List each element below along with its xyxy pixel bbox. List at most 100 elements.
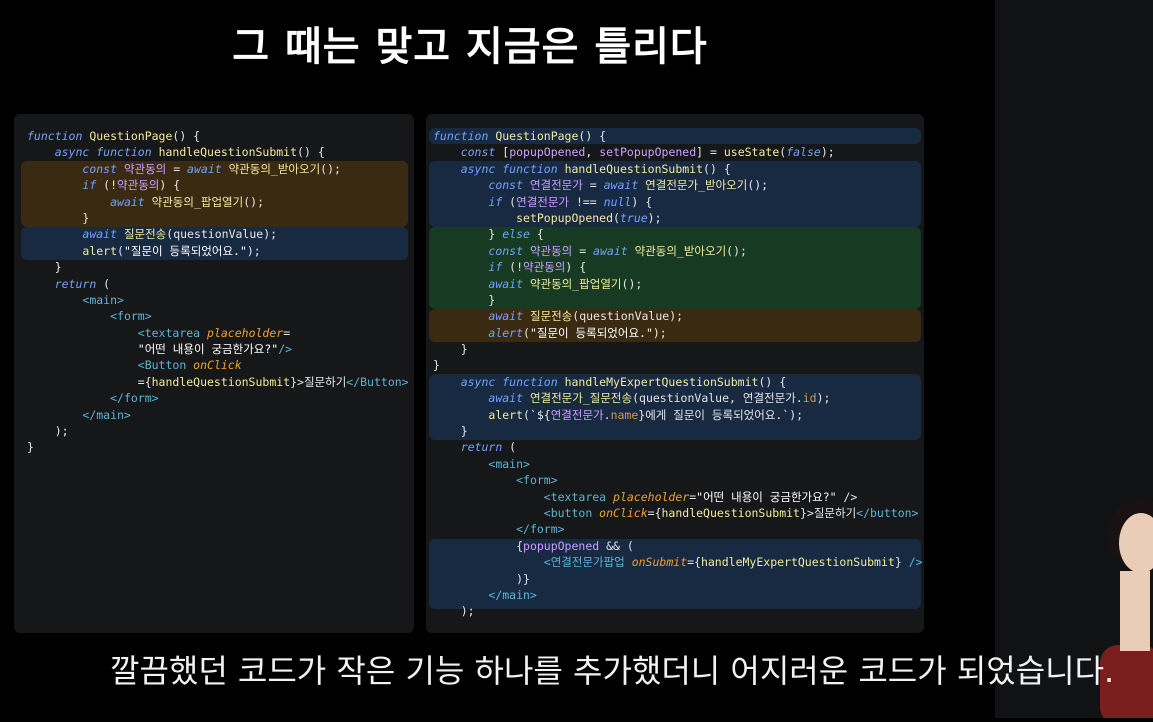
code-token: (questionValue); [166,227,278,242]
code-token: if [488,194,510,209]
code-token: </Button> [346,374,409,389]
code-token: () { [297,145,325,160]
code-token: ={ [687,555,701,570]
code-token: await [187,161,229,176]
code-token: function [27,129,90,143]
code-line: if (!약관동의) { [27,177,409,193]
code-token: "어떤 내용이 궁금한가요?" [137,342,279,357]
code-token: popupOpened [523,538,600,553]
code-token: await [488,391,530,406]
code-token: </button> [856,505,919,520]
code-token: = [283,325,291,340]
code-token: 약관동의_받아오기 [228,161,321,176]
code-line: <textarea placeholder= [27,325,409,341]
code-token: handleMyExpertQuestionSubmit [564,374,759,389]
code-token: }>질문하기 [290,374,347,389]
code-token: ) { [565,260,587,275]
code-line: ); [27,423,409,439]
code-token: await [593,243,635,258]
code-token: alert [488,325,524,340]
code-token: ={ [27,374,152,389]
code-token: const [460,145,503,160]
code-token: . [603,407,611,422]
code-token: </main> [82,407,131,422]
code-token: !== [569,194,604,209]
code-line: "어떤 내용이 궁금한가요?"/> [27,341,409,357]
code-token: handleQuestionSubmit [158,145,298,160]
code-token: ] = [696,145,724,160]
code-token: 약관동의 [523,260,566,275]
code-line: async function handleQuestionSubmit() { [433,161,923,177]
code-line: await 약관동의_팝업열기(); [433,276,923,292]
code-token: onClick [193,358,242,373]
code-token: } [894,555,909,570]
code-line: await 연결전문가_질문전송(questionValue, 연결전문가.id… [433,390,923,406]
code-token: } [433,342,468,357]
code-token: id [802,391,817,406]
code-token: <Button [137,358,194,373]
code-token: ) { [631,194,653,209]
code-token: } [433,292,496,307]
code-token: handleQuestionSubmit [151,374,291,389]
code-token: <textarea [137,325,208,340]
code-token: handleQuestionSubmit [661,505,800,520]
code-token: () { [703,161,731,176]
code-line: alert("질문이 등록되었어요."); [433,325,923,341]
code-token: true [619,210,648,225]
code-line: } [27,259,409,275]
code-token: <연결전문가팝업 [543,555,632,570]
code-line: <main> [433,456,923,472]
code-token: (); [243,194,264,209]
code-token: (! [509,260,524,275]
code-token: </form> [110,391,159,406]
code-token: 연결전문가 [529,178,583,193]
code-line: if (!약관동의) { [433,259,923,275]
code-token: ); [433,604,475,619]
code-token: <textarea [543,489,614,504]
left-code-block: function QuestionPage() { async function… [27,128,409,456]
code-token: QuestionPage [89,129,173,143]
code-token: ); [647,210,662,225]
code-token: (); [320,161,341,176]
code-token: "질문이 등록되었어요." [529,325,653,340]
code-line: const 약관동의 = await 약관동의_받아오기(); [433,243,923,259]
code-token: await [82,227,124,242]
code-token: ); [27,424,69,439]
code-token: (); [621,276,643,291]
code-token: false [786,145,821,160]
code-token: } [433,358,440,373]
code-line: } [433,292,923,308]
code-token: function [433,129,496,143]
code-line: alert(`${연결전문가.name}에게 질문이 등록되었어요.`); [433,407,923,423]
code-token: (questionValue, 연결전문가. [632,391,803,406]
code-line: function QuestionPage() { [27,128,409,144]
code-token: 약관동의_받아오기 [634,243,727,258]
code-token: const [488,243,530,258]
code-line: async function handleQuestionSubmit() { [27,144,409,160]
code-line: setPopupOpened(true); [433,210,923,226]
code-line: </form> [433,521,923,537]
code-token: return [54,276,104,291]
code-line: } [433,341,923,357]
code-line: <form> [433,472,923,488]
code-token: 질문전송 [123,227,167,242]
left-code-panel: function QuestionPage() { async function… [14,114,414,633]
code-token: } [433,227,503,242]
code-token: 약관동의 [117,178,160,193]
code-token: 연결전문가_질문전송 [529,391,633,406]
code-token: ={ [647,505,662,520]
